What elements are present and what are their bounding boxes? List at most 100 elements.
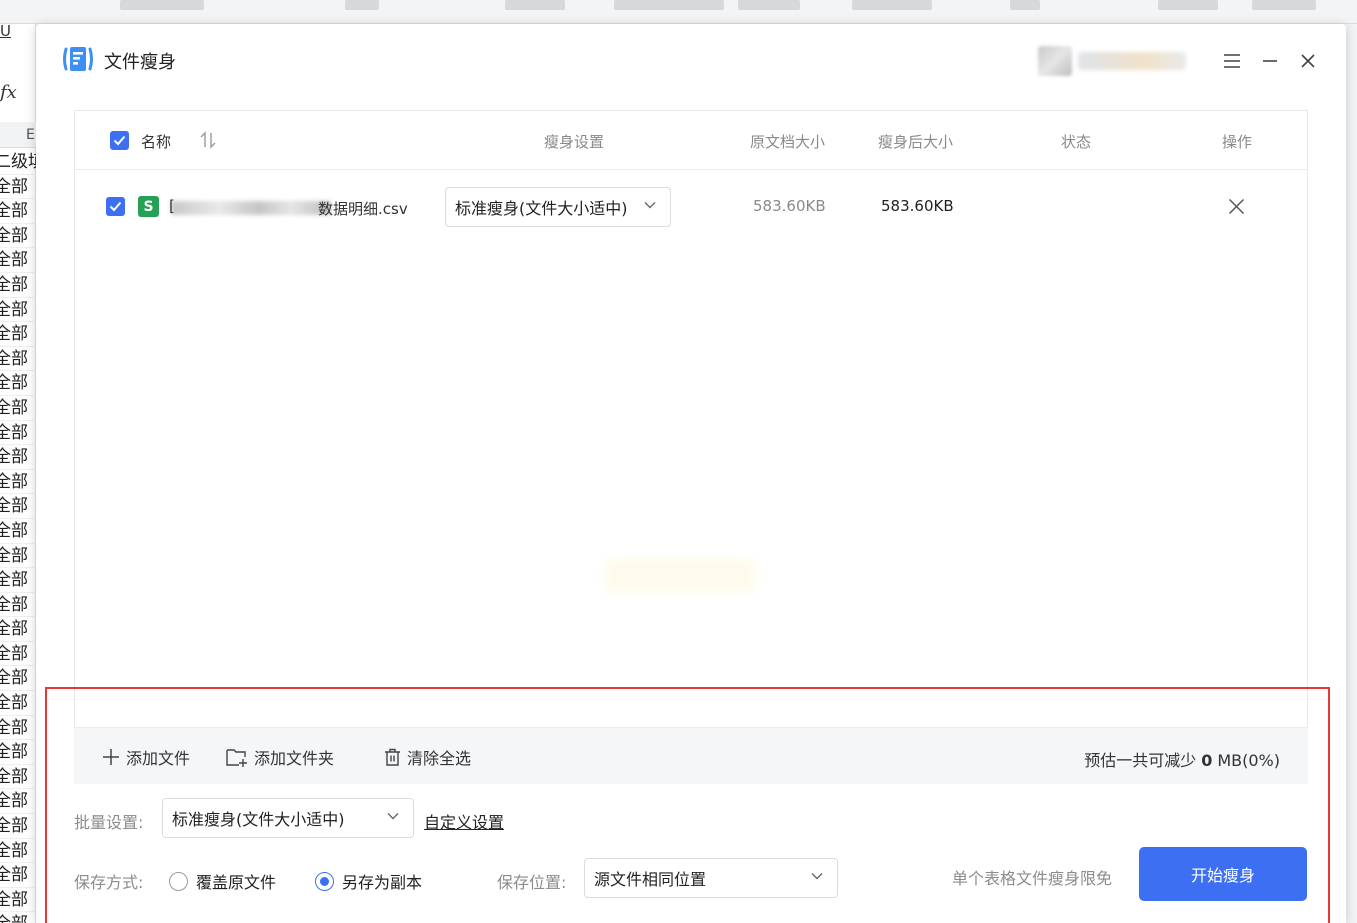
background-cell: 全部 xyxy=(0,347,36,372)
file-table: 名称 瘦身设置 原文档大小 瘦身后大小 状态 操作 S [ 数据明细.csv 标… xyxy=(74,110,1308,784)
plus-icon xyxy=(103,749,119,765)
close-icon xyxy=(1301,54,1315,68)
background-toolbar xyxy=(0,0,1357,24)
file-name-prefix: [ xyxy=(169,197,175,215)
background-cell: 二级填 xyxy=(0,150,45,175)
minimize-button[interactable] xyxy=(1257,48,1283,74)
user-avatar[interactable] xyxy=(1038,46,1072,76)
clear-all-label: 清除全选 xyxy=(407,749,472,768)
background-cell: 全部 xyxy=(0,421,36,446)
user-name-blurred[interactable] xyxy=(1078,52,1186,70)
dialog-titlebar: 文件瘦身 xyxy=(36,24,1346,98)
add-file-label: 添加文件 xyxy=(126,749,191,768)
background-toolbar-item xyxy=(1252,0,1316,10)
save-location-label: 保存位置: xyxy=(497,873,567,892)
radio-save-as-copy[interactable]: 另存为副本 xyxy=(315,869,422,893)
estimate-prefix: 预估一共可减少 xyxy=(1084,751,1197,770)
background-cell: 全部 xyxy=(0,814,36,839)
background-right-edge xyxy=(1345,24,1357,923)
file-slim-dialog: 文件瘦身 名称 瘦身设置 原文档大小 瘦身后大小 状态 操作 S [数据明细.… xyxy=(36,24,1346,923)
background-cell: 全部 xyxy=(0,568,36,593)
background-cell: 全部 xyxy=(0,863,36,888)
add-file-button[interactable]: 添加文件 xyxy=(102,745,190,769)
add-folder-button[interactable]: 添加文件夹 xyxy=(226,745,334,769)
row-slim-option-value: 标准瘦身(文件大小适中) xyxy=(455,199,628,218)
background-toolbar-item xyxy=(345,0,379,10)
file-name: 数据明细.csv xyxy=(318,200,408,218)
radio-circle-selected xyxy=(315,871,334,891)
background-cell: 全部 xyxy=(0,617,36,642)
background-cell: 全部 xyxy=(0,888,36,913)
free-limit-text: 单个表格文件瘦身限免 xyxy=(952,869,1113,888)
slimmed-size: 583.60KB xyxy=(881,197,954,215)
save-mode-label: 保存方式: xyxy=(74,873,144,892)
column-header-name: 名称 xyxy=(141,133,172,151)
remove-file-button[interactable] xyxy=(1225,195,1247,217)
close-button[interactable] xyxy=(1295,48,1321,74)
save-location-value: 源文件相同位置 xyxy=(594,870,707,889)
background-cell: 全部 xyxy=(0,199,36,224)
background-cell: 全部 xyxy=(0,642,36,667)
background-toolbar-item xyxy=(614,0,724,10)
custom-setting-link[interactable]: 自定义设置 xyxy=(424,809,504,833)
background-cell: 全部 xyxy=(0,248,36,273)
background-cell: 全部 xyxy=(0,839,36,864)
radio-circle xyxy=(169,871,188,891)
background-cell: 全部 xyxy=(0,789,36,815)
background-toolbar-item xyxy=(738,0,800,10)
background-cell: 全部 xyxy=(0,470,36,495)
trash-icon xyxy=(385,748,400,766)
background-cell: 全部 xyxy=(0,593,36,618)
background-toolbar-item xyxy=(1158,0,1218,10)
original-size: 583.60KB xyxy=(753,197,826,215)
background-cell: 全部 xyxy=(0,445,36,470)
estimate-summary: 预估一共可减少 0 MB(0%) xyxy=(1084,747,1280,771)
column-header-action: 操作 xyxy=(1222,133,1253,151)
background-cell: 全部 xyxy=(0,716,36,741)
sort-icon[interactable] xyxy=(200,131,216,149)
add-folder-label: 添加文件夹 xyxy=(254,749,335,768)
column-header-status: 状态 xyxy=(1061,133,1092,151)
background-cell: 全部 xyxy=(0,298,36,323)
batch-setting-value: 标准瘦身(文件大小适中) xyxy=(172,810,345,829)
batch-setting-select[interactable]: 标准瘦身(文件大小适中) xyxy=(162,798,414,838)
background-cell: 全部 xyxy=(0,666,36,692)
clear-all-button[interactable]: 清除全选 xyxy=(384,745,471,769)
background-cell: 全部 xyxy=(0,912,36,923)
radio-overwrite-label: 覆盖原文件 xyxy=(196,873,277,892)
radio-overwrite-original[interactable]: 覆盖原文件 xyxy=(169,869,276,893)
column-header-original-size: 原文档大小 xyxy=(750,133,826,151)
dialog-title: 文件瘦身 xyxy=(104,52,176,73)
table-header: 名称 瘦身设置 原文档大小 瘦身后大小 状态 操作 xyxy=(75,111,1307,170)
background-cell-column: 二级填 全部 全部 全部 全部 全部 全部 全部 全部 全部 全部 全部 全部 全部 全部 全部 全部 全部 全部… xyxy=(0,150,45,923)
row-checkbox[interactable] xyxy=(106,197,125,216)
background-cell: 全部 xyxy=(0,396,36,421)
save-location-select[interactable]: 源文件相同位置 xyxy=(584,858,838,898)
batch-setting-label: 批量设置: xyxy=(74,813,144,832)
menu-icon xyxy=(1224,54,1240,68)
row-slim-option-select[interactable]: 标准瘦身(文件大小适中) xyxy=(445,187,671,227)
chevron-down-icon xyxy=(811,873,823,880)
background-toolbar-item xyxy=(852,0,932,10)
menu-button[interactable] xyxy=(1219,48,1245,74)
background-toolbar-item xyxy=(505,0,565,10)
background-cell: 全部 xyxy=(0,494,36,519)
background-cell: 全部 xyxy=(0,544,36,569)
chevron-down-icon xyxy=(387,813,399,820)
start-slim-button[interactable]: 开始瘦身 xyxy=(1139,847,1307,901)
estimate-unit: MB(0%) xyxy=(1217,751,1280,770)
check-icon xyxy=(109,201,122,212)
close-icon xyxy=(1228,198,1244,214)
background-cell: 全部 xyxy=(0,175,36,200)
background-toolbar-item xyxy=(120,0,204,10)
background-cell: 全部 xyxy=(0,273,36,298)
background-cell: 全部 xyxy=(0,691,36,716)
background-cell: 全部 xyxy=(0,224,36,249)
column-letter: E xyxy=(26,127,35,143)
spreadsheet-file-icon: S xyxy=(138,196,159,217)
column-header-slimmed-size: 瘦身后大小 xyxy=(878,133,954,151)
app-logo-icon xyxy=(63,47,93,71)
select-all-checkbox[interactable] xyxy=(110,131,129,150)
add-folder-icon xyxy=(226,749,247,767)
background-cell: 全部 xyxy=(0,519,36,544)
